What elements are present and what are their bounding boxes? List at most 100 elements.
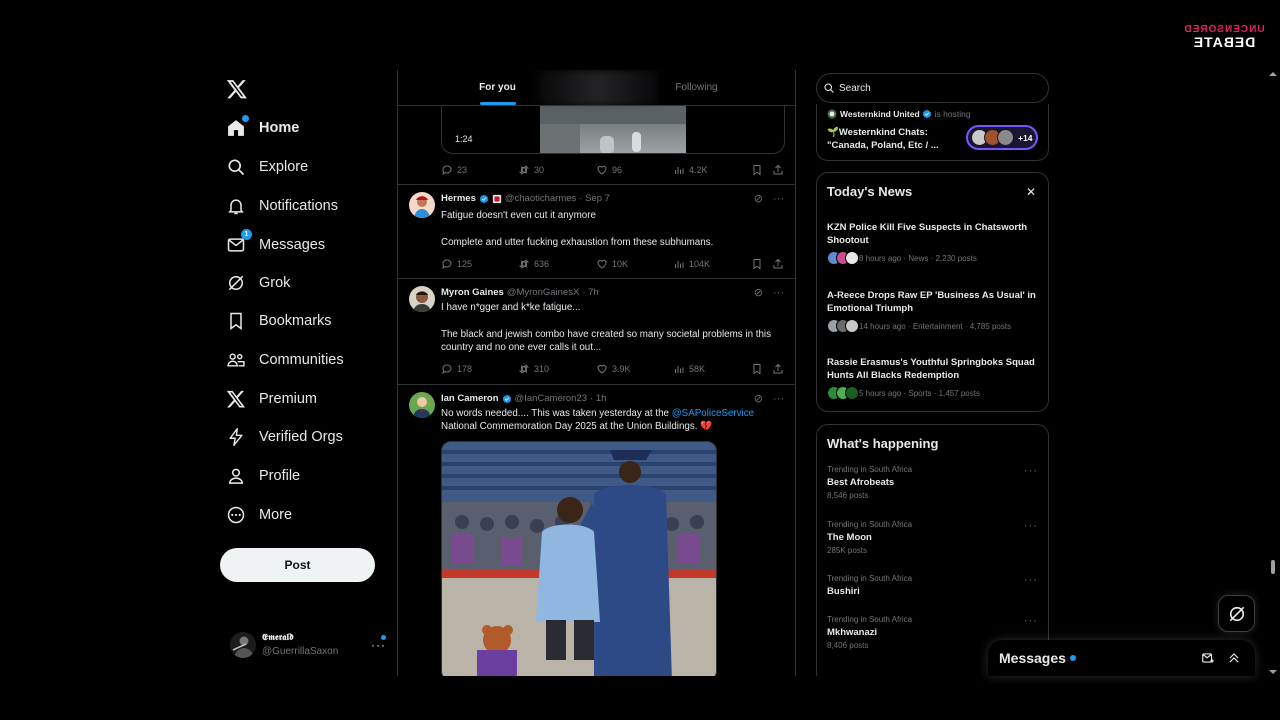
- bookmark-icon: [753, 364, 761, 375]
- nav-label: More: [259, 507, 293, 523]
- page-scrollbar[interactable]: [1268, 70, 1278, 676]
- trend-item[interactable]: Trending in South Africa The Moon 285K p…: [827, 520, 1042, 555]
- tweet-time[interactable]: · Sep 7: [579, 193, 610, 204]
- account-switcher[interactable]: 𝕰𝖒𝖊𝖗𝖆𝖑𝖉 @GuerrillaSaxon ···: [230, 630, 390, 660]
- tweet-text-line: Complete and utter fucking exhaustion fr…: [441, 237, 714, 248]
- tweet-photo[interactable]: [441, 441, 717, 676]
- repost-button[interactable]: 310: [518, 363, 549, 375]
- live-space-card[interactable]: Westernkind United is hosting 🌱Westernki…: [816, 104, 1049, 161]
- more-dots-icon[interactable]: ···: [1024, 574, 1038, 586]
- tab-following[interactable]: Following: [597, 70, 795, 105]
- like-button[interactable]: 96: [596, 164, 622, 176]
- tweet-time[interactable]: · 1h: [590, 393, 606, 404]
- space-listeners-pill[interactable]: +14: [966, 125, 1038, 150]
- nav-communities[interactable]: Communities: [226, 345, 344, 375]
- x-logo[interactable]: [226, 78, 248, 100]
- like-button[interactable]: 10K: [596, 258, 628, 270]
- nav-verified-orgs[interactable]: Verified Orgs: [226, 422, 343, 452]
- nav-more[interactable]: More: [226, 500, 292, 530]
- nav-messages[interactable]: 1 Messages: [226, 229, 326, 260]
- nav-explore[interactable]: Explore: [226, 152, 308, 182]
- trend-item[interactable]: Trending in South Africa Best Afrobeats …: [827, 465, 1042, 500]
- nav-profile[interactable]: Profile: [226, 461, 300, 491]
- space-title[interactable]: 🌱Westernkind Chats: "Canada, Poland, Etc…: [827, 126, 957, 152]
- nav-notifications[interactable]: Notifications: [226, 191, 338, 221]
- mention-link[interactable]: @SAPoliceService: [672, 408, 754, 419]
- views-button[interactable]: 104K: [673, 258, 710, 270]
- video-thumbnail[interactable]: [540, 106, 686, 153]
- search-icon: [226, 157, 246, 177]
- news-item[interactable]: A-Reece Drops Raw EP 'Business As Usual'…: [827, 289, 1042, 333]
- reply-button[interactable]: 125: [441, 258, 472, 270]
- bookmark-button[interactable]: [751, 164, 767, 176]
- grok-icon[interactable]: ⊘: [754, 192, 763, 205]
- more-dots-icon[interactable]: ···: [1024, 520, 1038, 532]
- post-button[interactable]: Post: [220, 548, 375, 582]
- scroll-thumb[interactable]: [1271, 560, 1275, 574]
- trend-item[interactable]: Trending in South Africa Bushiri ···: [827, 574, 1042, 597]
- share-icon: [773, 258, 783, 269]
- new-message-icon[interactable]: [1201, 651, 1215, 665]
- more-dots-icon[interactable]: ···: [371, 638, 386, 652]
- search-input[interactable]: Search: [816, 73, 1049, 103]
- news-avatars: [827, 319, 859, 333]
- author-handle[interactable]: @chaoticharmes: [505, 193, 576, 204]
- share-button[interactable]: [772, 164, 788, 176]
- trend-topic: The Moon: [827, 532, 872, 543]
- author-name[interactable]: Ian Cameron: [441, 393, 499, 404]
- chevron-up-double-icon[interactable]: [1227, 651, 1241, 665]
- envelope-icon: 1: [226, 229, 252, 255]
- nav-grok[interactable]: Grok: [226, 268, 290, 298]
- more-dots-icon[interactable]: ···: [773, 287, 784, 299]
- like-count: 10K: [612, 259, 629, 269]
- bookmark-icon: [753, 165, 761, 176]
- news-meta: 5 hours ago · Sports · 1,457 posts: [859, 388, 980, 398]
- nav-label: Premium: [259, 391, 318, 407]
- timeline: For you Following 1:24 23 30 96 4.2K Her…: [397, 70, 796, 676]
- author-handle[interactable]: @MyronGainesX: [507, 287, 579, 298]
- more-dots-icon[interactable]: ···: [1024, 615, 1038, 627]
- verified-badge-icon: [479, 194, 489, 203]
- nav-home[interactable]: Home: [226, 113, 299, 143]
- grok-icon[interactable]: ⊘: [754, 392, 763, 405]
- trend-context: Trending in South Africa: [827, 465, 913, 474]
- repost-button[interactable]: 636: [518, 258, 549, 270]
- author-name[interactable]: Myron Gaines: [441, 287, 504, 298]
- share-button[interactable]: [772, 363, 788, 375]
- more-dots-icon[interactable]: ···: [773, 193, 784, 205]
- bookmark-button[interactable]: [751, 363, 767, 375]
- nav-bookmarks[interactable]: Bookmarks: [226, 306, 332, 336]
- repost-button[interactable]: 30: [518, 164, 544, 176]
- messages-drawer[interactable]: Messages: [988, 640, 1255, 676]
- grok-button[interactable]: [1218, 595, 1255, 632]
- space-host-name[interactable]: Westernkind United: [840, 109, 920, 119]
- bookmark-icon: [226, 311, 246, 331]
- grok-icon: [1229, 606, 1244, 621]
- panel-title: What's happening: [827, 436, 939, 451]
- news-item[interactable]: KZN Police Kill Five Suspects in Chatswo…: [827, 221, 1042, 265]
- tweet-time[interactable]: · 7h: [582, 287, 598, 298]
- tab-for-you[interactable]: For you: [398, 70, 597, 105]
- avatar[interactable]: [409, 392, 435, 418]
- nav-premium[interactable]: Premium: [226, 384, 317, 414]
- bookmark-button[interactable]: [751, 258, 767, 270]
- tweet[interactable]: Ian Cameron @IanCameron23 · 1h ⊘ ··· No …: [398, 384, 795, 676]
- author-name[interactable]: Hermes: [441, 193, 476, 204]
- more-dots-icon[interactable]: ···: [1024, 465, 1038, 477]
- views-button[interactable]: 4.2K: [673, 164, 708, 176]
- news-item[interactable]: Rassie Erasmus's Youthful Springboks Squ…: [827, 356, 1042, 400]
- views-button[interactable]: 58K: [673, 363, 705, 375]
- author-handle[interactable]: @IanCameron23: [515, 393, 588, 404]
- reply-button[interactable]: 23: [441, 164, 467, 176]
- close-icon[interactable]: ✕: [1026, 185, 1036, 199]
- nav-label: Messages: [259, 237, 326, 253]
- grok-icon[interactable]: ⊘: [754, 286, 763, 299]
- reply-button[interactable]: 178: [441, 363, 472, 375]
- video-card[interactable]: 1:24: [441, 106, 785, 154]
- avatar[interactable]: [409, 286, 435, 312]
- more-dots-icon[interactable]: ···: [773, 393, 784, 405]
- trend-context: Trending in South Africa: [827, 520, 913, 529]
- like-button[interactable]: 3.9K: [596, 363, 631, 375]
- share-button[interactable]: [772, 258, 788, 270]
- avatar[interactable]: [409, 192, 435, 218]
